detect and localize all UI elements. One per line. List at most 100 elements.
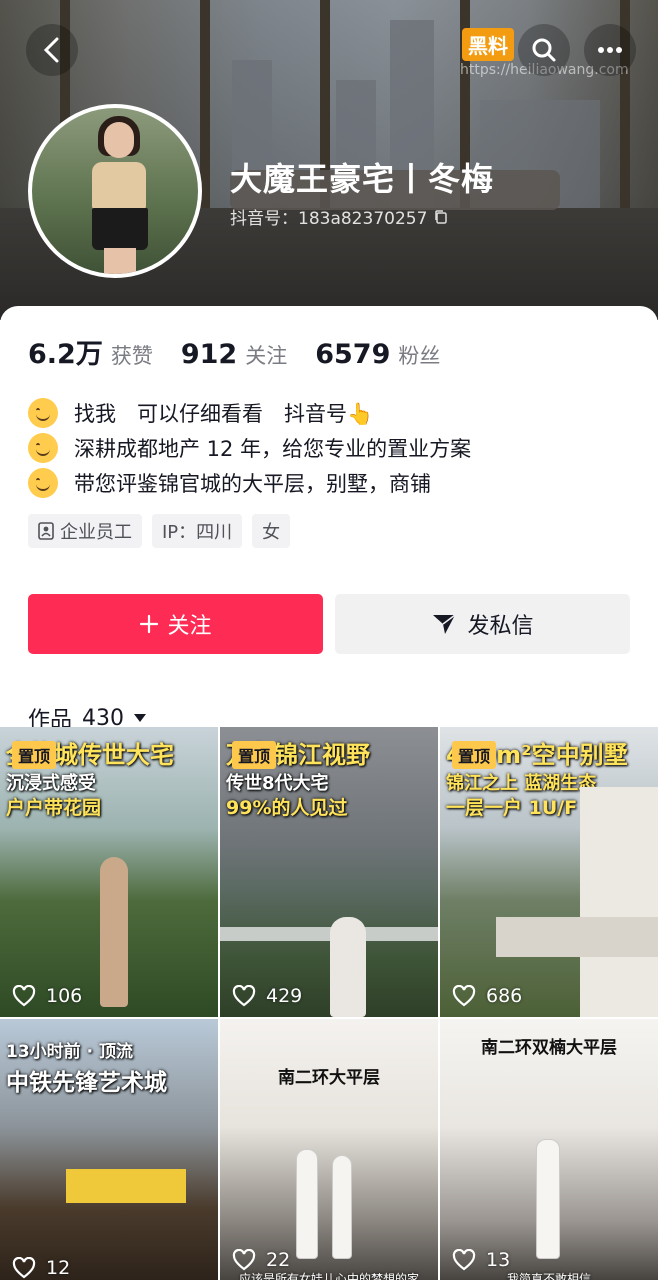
video-building [580,787,658,1017]
like-count: 12 [12,1257,70,1279]
more-button[interactable] [584,24,636,76]
video-tile[interactable]: 全能城传世大宅 置顶 沉浸式感受 户户带花园 106 [0,727,218,1017]
video-tile[interactable]: 南二环双楠大平层 我简直不敢相信 13 [440,1019,658,1280]
avatar-face [104,122,134,158]
tag-gender: 女 [252,514,291,548]
bio-line: 带您评鉴锦官城的大平层，别墅，商铺 [28,465,630,500]
like-count-value: 686 [486,985,523,1007]
follow-button[interactable]: 关注 [28,594,323,654]
video-tile[interactable]: 南二环大平层 应该是所有女娃儿心中的梦想的家 22 [220,1019,438,1280]
video-caption: 应该是所有女娃儿心中的梦想的家 [238,1272,419,1280]
video-grid: 全能城传世大宅 置顶 沉浸式感受 户户带花园 106 万象锦江视野 置顶 传世8… [0,727,658,1280]
avatar-legs [104,248,136,274]
stat-followers[interactable]: 6579 粉丝 [315,339,440,370]
tag-ip-label: IP：四川 [162,522,233,543]
video-overlay-subtitle: 中铁先锋艺术城 [6,1070,167,1096]
watermark-logo: 黑料 [462,28,514,61]
like-count-value: 429 [266,985,303,1007]
message-button-label: 发私信 [467,614,534,639]
stat-following-value: 912 [180,339,238,370]
heart-icon [12,1257,36,1279]
stat-followers-label: 粉丝 [398,344,441,368]
heart-icon [452,985,476,1007]
video-overlay-title: 13小时前 · 顶流 [6,1042,133,1062]
pinned-badge: 置顶 [12,741,57,769]
bio-text: 深耕成都地产 12 年，给您专业的置业方案 [74,436,472,461]
like-count-value: 106 [46,985,83,1007]
stat-likes[interactable]: 6.2万 获赞 [28,332,153,371]
smile-emoji-icon [28,467,58,498]
bio-text: 找我 可以仔细看看 抖音号👆 [74,401,374,426]
more-icon [598,47,622,53]
video-balcony [496,917,658,957]
profile-name: 大魔王豪宅丨冬梅 [230,160,495,198]
video-overlay-subtitle: 99%的人见过 [226,797,348,819]
tag-gender-label: 女 [262,522,281,543]
video-person [330,917,366,1017]
video-overlay-subtitle: 锦江之上 蓝湖生态 [446,773,597,794]
bio-text: 带您评鉴锦官城的大平层，别墅，商铺 [74,471,431,496]
heart-icon [232,1249,256,1271]
pinned-badge: 置顶 [232,741,277,769]
video-railing [220,927,438,941]
like-count-value: 22 [266,1249,291,1271]
heart-icon [452,1249,476,1271]
video-person [100,857,128,1007]
like-count: 22 [232,1249,290,1271]
douyin-id[interactable]: 抖音号：183a82370257 [230,204,449,229]
heart-icon [232,985,256,1007]
bio-line: 找我 可以仔细看看 抖音号👆 [28,395,630,430]
smile-emoji-icon [28,432,58,463]
video-overlay-subtitle: 户户带花园 [6,797,102,819]
avatar-top [92,162,146,210]
tag-ip: IP：四川 [152,514,243,548]
badge-icon [38,522,54,540]
like-count: 106 [12,985,82,1007]
video-overlay-subtitle: 一层一户 1U/F [446,797,578,819]
tag-occupation-label: 企业员工 [60,522,132,543]
stat-following[interactable]: 912 关注 [181,339,287,370]
video-person [296,1149,318,1259]
chevron-left-icon [43,37,59,63]
stat-likes-value: 6.2万 [28,339,103,370]
stat-following-label: 关注 [245,344,288,368]
like-count-value: 12 [46,1257,71,1279]
back-button[interactable] [26,24,78,76]
actions-row: 关注 发私信 [28,594,630,654]
video-tile[interactable]: 460m²空中别墅 置顶 锦江之上 蓝湖生态 一层一户 1U/F 686 [440,727,658,1017]
video-person [332,1155,352,1259]
caret-down-icon [134,714,147,722]
search-button[interactable] [518,24,570,76]
search-icon [532,38,556,62]
pinned-badge: 置顶 [452,741,497,769]
video-person [536,1139,560,1259]
video-caption: 我简直不敢相信 [506,1272,591,1280]
video-tile[interactable]: 万象锦江视野 置顶 传世8代大宅 99%的人见过 429 [220,727,438,1017]
video-overlay-subtitle: 沉浸式感受 [6,773,96,794]
bio-line: 深耕成都地产 12 年，给您专业的置业方案 [28,430,630,465]
avatar-skirt [92,208,148,250]
plus-icon [140,614,159,634]
like-count: 13 [452,1249,510,1271]
avatar[interactable] [28,104,202,278]
video-overlay-title: 南二环双楠大平层 [481,1038,617,1058]
video-overlay-title: 南二环大平层 [278,1068,380,1088]
copy-icon[interactable] [433,209,449,225]
bio: 找我 可以仔细看看 抖音号👆 深耕成都地产 12 年，给您专业的置业方案 带您评… [28,395,630,500]
heart-icon [12,985,36,1007]
video-tile[interactable]: 13小时前 · 顶流 中铁先锋艺术城 12 [0,1019,218,1280]
douyin-id-text: 抖音号：183a82370257 [230,209,428,229]
stat-likes-label: 获赞 [110,344,153,368]
like-count-value: 13 [486,1249,511,1271]
stat-followers-value: 6579 [315,339,391,370]
tag-occupation[interactable]: 企业员工 [28,514,142,548]
message-button[interactable]: 发私信 [335,594,630,654]
stats-row: 6.2万 获赞 912 关注 6579 粉丝 [28,332,630,371]
smile-emoji-icon [28,397,58,428]
video-overlay-subtitle: 传世8代大宅 [226,773,329,794]
profile-panel: 6.2万 获赞 912 关注 6579 粉丝 找我 可以仔细看看 抖音号👆 深耕成都地… [0,306,658,734]
like-count: 686 [452,985,522,1007]
send-icon [433,614,456,634]
follow-button-label: 关注 [167,614,212,639]
like-count: 429 [232,985,302,1007]
